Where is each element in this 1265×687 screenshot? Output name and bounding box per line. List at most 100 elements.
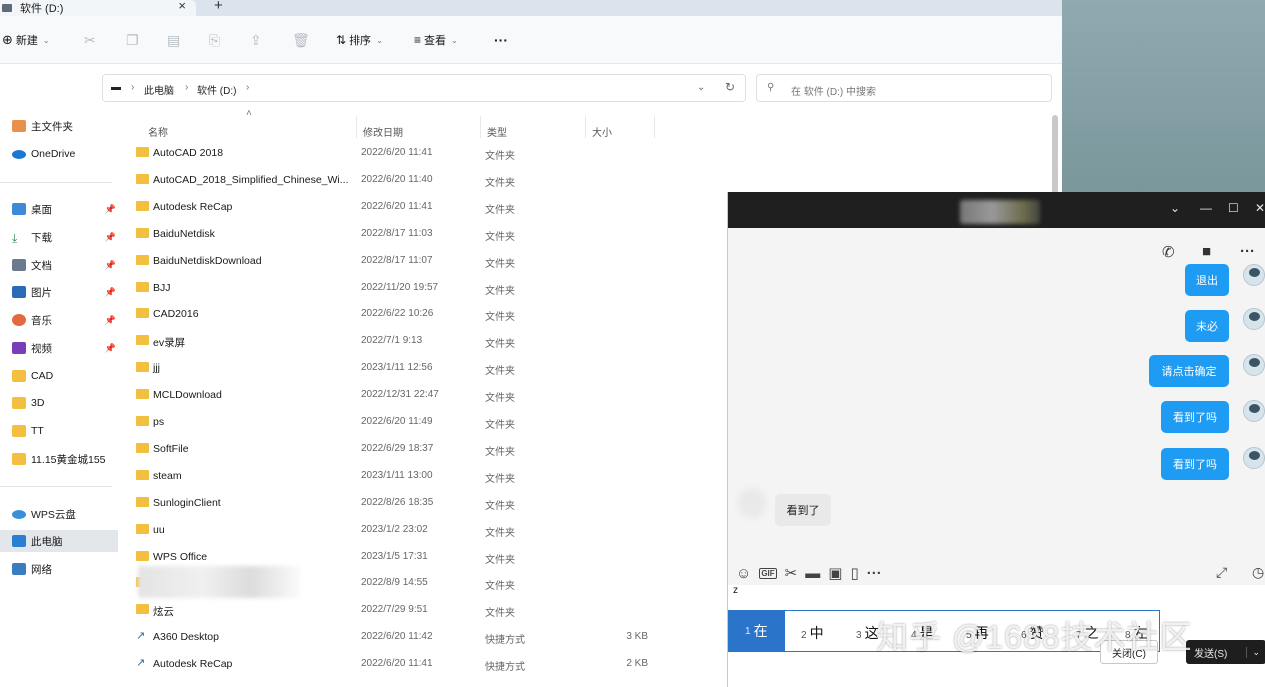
sidebar-item-home[interactable]: 主文件夹 xyxy=(12,115,118,137)
table-row[interactable]: AutoCAD_2018_Simplified_Chinese_Wi... 202… xyxy=(134,167,664,193)
send-button[interactable]: 发送(S) ⌄ xyxy=(1186,640,1265,664)
close-icon[interactable]: × xyxy=(178,0,186,12)
file-type: 文件夹 xyxy=(485,312,515,324)
message-bubble-out[interactable]: 退出 xyxy=(1185,264,1229,296)
table-row[interactable]: 炫云 2022/7/29 9:51 文件夹 xyxy=(134,597,664,623)
new-button[interactable]: ⊕ 新建 ⌄ xyxy=(2,32,50,48)
message-bubble-in[interactable]: 看到了 xyxy=(775,494,831,526)
image-icon[interactable]: ▣ xyxy=(828,564,842,582)
video-call-icon[interactable]: ■ xyxy=(1202,243,1211,260)
search-box[interactable]: ⚲ 在 软件 (D:) 中搜索 xyxy=(756,74,1052,102)
table-row[interactable]: Autodesk ReCap 2022/6/20 11:41 文件夹 xyxy=(134,194,664,220)
screen-shake-icon[interactable]: ▯ xyxy=(850,564,858,582)
address-history-chevron-icon[interactable]: ⌄ xyxy=(697,82,705,93)
sidebar-item-pictures[interactable]: 图片 📌 xyxy=(12,281,118,303)
address-bar[interactable]: ▬ › 此电脑 › 软件 (D:) › ⌄ ↻ xyxy=(102,74,746,102)
pin-icon[interactable]: 📌 xyxy=(105,232,116,243)
sidebar-item-cad[interactable]: CAD xyxy=(12,365,118,387)
sort-button[interactable]: ⇅ 排序 ⌄ xyxy=(336,32,383,48)
cut-icon[interactable]: ✂ xyxy=(84,32,96,49)
sidebar-item-music[interactable]: 音乐 📌 xyxy=(12,309,118,331)
avatar[interactable] xyxy=(1243,400,1265,422)
view-button[interactable]: ≡ 查看 ⌄ xyxy=(414,32,458,48)
column-divider[interactable] xyxy=(654,116,655,138)
pin-icon[interactable]: 📌 xyxy=(105,315,116,326)
sidebar-item-this-pc[interactable]: 此电脑 xyxy=(0,530,118,552)
message-bubble-out[interactable]: 看到了吗 xyxy=(1161,448,1229,480)
sidebar-item-downloads[interactable]: ⤓ 下载 📌 xyxy=(12,226,118,248)
table-row[interactable]: jjj 2023/1/11 12:56 文件夹 xyxy=(134,355,664,381)
more-icon[interactable]: ··· xyxy=(867,565,882,582)
folder-icon[interactable]: ▬ xyxy=(805,565,820,582)
vertical-scrollbar[interactable] xyxy=(1052,115,1058,195)
message-bubble-out[interactable]: 请点击确定 xyxy=(1149,355,1229,387)
avatar[interactable] xyxy=(738,488,766,518)
pin-icon[interactable]: 📌 xyxy=(105,260,116,271)
share-icon[interactable]: ⇪ xyxy=(250,32,262,49)
sidebar-item-wps-cloud[interactable]: WPS云盘 xyxy=(12,503,118,525)
table-row[interactable]: ↗ Autodesk ReCap 2022/6/20 11:41 快捷方式 2 KB xyxy=(134,651,664,677)
ime-candidate-selected[interactable]: 1在 xyxy=(729,611,785,651)
ime-candidate[interactable]: 2中 xyxy=(801,623,824,643)
more-options-button[interactable]: ··· xyxy=(494,32,508,48)
scissors-icon[interactable]: ✂ xyxy=(785,564,798,582)
sidebar-item-tt[interactable]: TT xyxy=(12,420,118,442)
sidebar-item-onedrive[interactable]: OneDrive xyxy=(12,143,118,165)
tab-drive-d[interactable]: 软件 (D:) × xyxy=(0,0,196,16)
table-row[interactable]: uu 2023/1/2 23:02 文件夹 xyxy=(134,517,664,543)
table-row[interactable]: BJJ 2022/11/20 19:57 文件夹 xyxy=(134,275,664,301)
refresh-icon[interactable]: ↻ xyxy=(725,80,735,94)
table-row[interactable]: BaiduNetdiskDownload 2022/8/17 11:07 文件夹 xyxy=(134,248,664,274)
sidebar-item-documents[interactable]: 文档 📌 xyxy=(12,254,118,276)
table-row[interactable]: SoftFile 2022/6/29 18:37 文件夹 xyxy=(134,436,664,462)
table-row[interactable]: AutoCAD 2018 2022/6/20 11:41 文件夹 xyxy=(134,140,664,166)
voice-call-icon[interactable]: ✆ xyxy=(1162,243,1175,261)
message-bubble-out[interactable]: 未必 xyxy=(1185,310,1229,342)
column-header-type[interactable]: 类型 xyxy=(487,124,507,139)
pin-icon[interactable]: 📌 xyxy=(105,343,116,354)
minimize-icon[interactable]: — xyxy=(1200,201,1212,215)
emoji-icon[interactable]: ☺ xyxy=(736,565,751,582)
column-header-size[interactable]: 大小 xyxy=(592,124,612,139)
delete-icon[interactable]: 🗑 xyxy=(292,32,310,49)
more-icon[interactable]: ··· xyxy=(1240,243,1255,260)
table-row[interactable]: steam 2023/1/11 13:00 文件夹 xyxy=(134,463,664,489)
column-header-name[interactable]: 名称 xyxy=(148,124,168,139)
history-clock-icon[interactable]: ◷ xyxy=(1252,564,1264,581)
sidebar-item-network[interactable]: 网络 xyxy=(12,558,118,580)
breadcrumb-drive-d[interactable]: 软件 (D:) xyxy=(197,82,236,97)
pin-icon[interactable]: 📌 xyxy=(105,204,116,215)
chevron-down-icon[interactable]: ⌄ xyxy=(1246,646,1260,658)
sidebar-item-1115[interactable]: 11.15黄金城155 xyxy=(12,448,118,470)
paste-icon[interactable]: ▤ xyxy=(167,32,180,49)
table-row[interactable]: MCLDownload 2022/12/31 22:47 文件夹 xyxy=(134,382,664,408)
sidebar-item-desktop[interactable]: 桌面 📌 xyxy=(12,198,118,220)
copy-icon[interactable]: ❐ xyxy=(126,32,139,49)
message-bubble-out[interactable]: 看到了吗 xyxy=(1161,401,1229,433)
expand-icon[interactable]: ⤢ xyxy=(1216,564,1227,581)
column-divider[interactable] xyxy=(356,116,357,138)
column-divider[interactable] xyxy=(585,116,586,138)
table-row[interactable]: ↗ A360 Desktop 2022/6/20 11:42 快捷方式 3 KB xyxy=(134,624,664,650)
avatar[interactable] xyxy=(1243,264,1265,286)
table-row[interactable]: ev录屏 2022/7/1 9:13 文件夹 xyxy=(134,328,664,354)
table-row[interactable]: CAD2016 2022/6/22 10:26 文件夹 xyxy=(134,301,664,327)
avatar[interactable] xyxy=(1243,308,1265,330)
sidebar-item-3d[interactable]: 3D xyxy=(12,392,118,414)
pin-icon[interactable]: 📌 xyxy=(105,287,116,298)
table-row[interactable]: SunloginClient 2022/8/26 18:35 文件夹 xyxy=(134,490,664,516)
avatar[interactable] xyxy=(1243,447,1265,469)
breadcrumb-this-pc[interactable]: 此电脑 xyxy=(144,82,174,97)
chevron-down-icon[interactable]: ⌄ xyxy=(1170,201,1180,215)
sidebar-item-videos[interactable]: 视频 📌 xyxy=(12,337,118,359)
avatar[interactable] xyxy=(1243,354,1265,376)
maximize-icon[interactable]: ☐ xyxy=(1228,201,1239,215)
table-row[interactable]: ps 2022/6/20 11:49 文件夹 xyxy=(134,409,664,435)
new-tab-plus-icon[interactable]: + xyxy=(214,0,223,14)
column-header-date[interactable]: 修改日期 xyxy=(363,124,403,139)
table-row[interactable]: BaiduNetdisk 2022/8/17 11:03 文件夹 xyxy=(134,221,664,247)
column-divider[interactable] xyxy=(480,116,481,138)
gif-icon[interactable]: GIF xyxy=(759,567,777,579)
rename-icon[interactable]: ⎘ xyxy=(209,32,220,49)
close-icon[interactable]: ✕ xyxy=(1255,201,1265,215)
